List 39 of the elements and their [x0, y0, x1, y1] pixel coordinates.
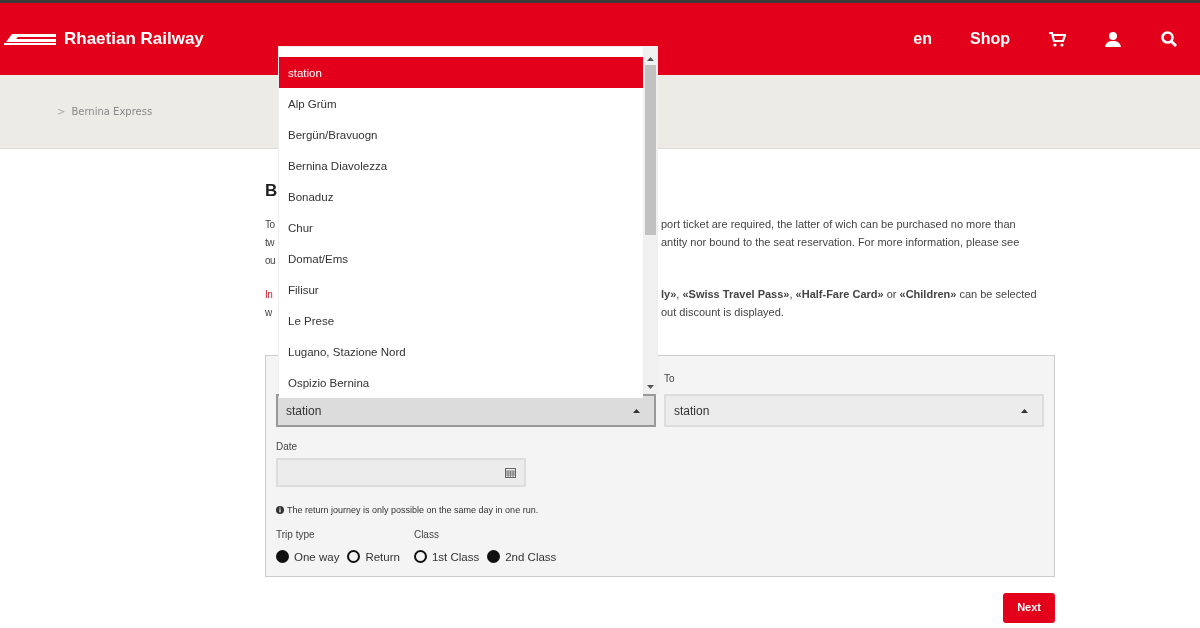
field-label: Class — [413, 529, 439, 540]
paragraph-text: ly», «Swiss Travel Pass», «Half-Fare Card» or «Children» can be selected — [661, 288, 1037, 300]
paragraph-text: w — [265, 306, 272, 318]
paragraph-text: In — [265, 288, 273, 300]
dropdown-option[interactable]: station — [279, 57, 643, 88]
caret-icon — [633, 408, 640, 413]
calendar-icon — [505, 467, 516, 478]
field-label: Date — [276, 441, 298, 452]
caret-icon — [1021, 408, 1028, 413]
brand-name: Rhaetian Railway — [64, 29, 204, 49]
paragraph-text: To — [265, 218, 275, 230]
cart-icon[interactable] — [1048, 30, 1066, 48]
scroll-up-icon[interactable] — [646, 57, 654, 61]
trip-type-radio[interactable]: One way — [276, 550, 340, 563]
paragraph-text: port ticket are required, the latter of wich can be purchased no more than — [661, 218, 1016, 230]
class-radio[interactable]: 2nd Class — [487, 550, 557, 563]
paragraph-text: out discount is displayed. — [661, 306, 784, 318]
logo-icon — [4, 33, 56, 45]
search-icon[interactable] — [1160, 30, 1178, 48]
paragraph-text: tw — [265, 236, 274, 248]
nav-link[interactable]: en — [913, 30, 932, 48]
scroll-down-icon[interactable] — [646, 385, 654, 389]
scroll-thumb[interactable] — [644, 65, 656, 235]
field-label: To — [664, 373, 675, 384]
to-select[interactable]: station — [664, 394, 1044, 427]
nav-link[interactable]: Shop — [970, 30, 1010, 48]
scrollbar[interactable] — [643, 47, 657, 393]
page-heading: B — [265, 181, 277, 201]
trip-type-radio[interactable]: Return — [347, 550, 400, 563]
info-text: The return journey is only possible on the same day in one run. — [287, 505, 539, 515]
breadcrumb-separator: > — [57, 106, 66, 117]
date-field[interactable] — [276, 458, 526, 487]
user-icon[interactable] — [1104, 30, 1122, 48]
next-button[interactable]: Next — [1003, 593, 1055, 623]
field-label: Trip type — [276, 529, 315, 540]
paragraph-text: ou — [265, 254, 275, 266]
paragraph-text: antity nor bound to the seat reservation. For more information, please see — [661, 236, 1020, 248]
class-radio[interactable]: 1st Class — [413, 550, 480, 563]
info-icon — [276, 506, 284, 514]
